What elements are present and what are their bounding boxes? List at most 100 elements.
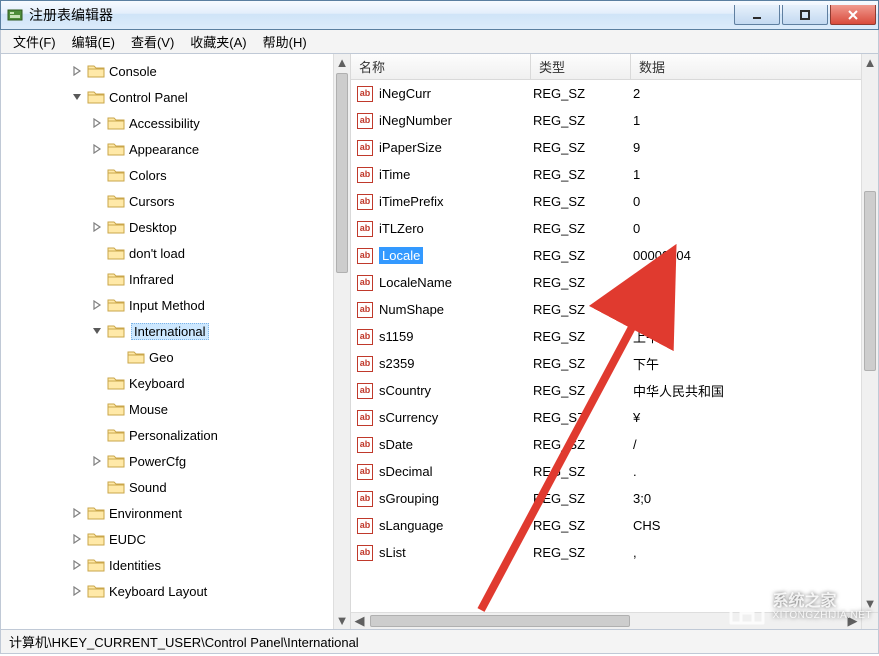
collapse-icon[interactable] xyxy=(91,325,103,337)
value-row[interactable]: absLanguageREG_SZCHS xyxy=(351,512,861,539)
value-row[interactable]: abNumShapeREG_SZ1 xyxy=(351,296,861,323)
scroll-up-icon[interactable]: ▲ xyxy=(862,54,878,71)
scroll-left-icon[interactable]: ◀ xyxy=(351,613,368,629)
value-row[interactable]: absDecimalREG_SZ. xyxy=(351,458,861,485)
expand-icon[interactable] xyxy=(71,585,83,597)
string-value-icon: ab xyxy=(357,86,373,102)
string-value-icon: ab xyxy=(357,518,373,534)
value-data: 1 xyxy=(633,167,861,182)
scroll-up-icon[interactable]: ▲ xyxy=(334,54,350,71)
string-value-icon: ab xyxy=(357,329,373,345)
expand-icon[interactable] xyxy=(71,507,83,519)
tree-item[interactable]: Personalization xyxy=(1,422,333,448)
tree-item[interactable]: Keyboard Layout xyxy=(1,578,333,604)
column-header-type[interactable]: 类型 xyxy=(531,54,631,79)
folder-icon xyxy=(87,531,105,547)
menu-edit[interactable]: 编辑(E) xyxy=(64,30,123,53)
menu-file[interactable]: 文件(F) xyxy=(5,30,64,53)
tree-item-label: don't load xyxy=(129,246,185,261)
value-type: REG_SZ xyxy=(533,491,633,506)
list-vertical-scrollbar[interactable]: ▲ ▼ xyxy=(861,54,878,612)
expand-icon[interactable] xyxy=(91,117,103,129)
expand-icon[interactable] xyxy=(71,559,83,571)
value-row[interactable]: abLocaleNameREG_SZ-CN xyxy=(351,269,861,296)
registry-tree[interactable]: Console Control Panel AccessibilityAppeara… xyxy=(1,54,333,629)
tree-item[interactable]: Appearance xyxy=(1,136,333,162)
tree-item[interactable]: Keyboard xyxy=(1,370,333,396)
string-value-icon: ab xyxy=(357,194,373,210)
close-button[interactable] xyxy=(830,5,876,25)
tree-item[interactable]: Cursors xyxy=(1,188,333,214)
tree-item-label: Control Panel xyxy=(109,90,188,105)
value-name: iNegCurr xyxy=(379,86,533,101)
value-type: REG_SZ xyxy=(533,167,633,182)
column-header-name[interactable]: 名称 xyxy=(351,54,531,79)
value-row[interactable]: absDateREG_SZ/ xyxy=(351,431,861,458)
value-list[interactable]: abiNegCurrREG_SZ2abiNegNumberREG_SZ1abiP… xyxy=(351,80,861,612)
tree-item[interactable]: Geo xyxy=(1,344,333,370)
menu-favorites[interactable]: 收藏夹(A) xyxy=(182,30,254,53)
string-value-icon: ab xyxy=(357,167,373,183)
value-row[interactable]: abs2359REG_SZ下午 xyxy=(351,350,861,377)
maximize-button[interactable] xyxy=(782,5,828,25)
tree-item-label: Input Method xyxy=(129,298,205,313)
expand-icon[interactable] xyxy=(91,221,103,233)
value-row[interactable]: absGroupingREG_SZ3;0 xyxy=(351,485,861,512)
scroll-right-icon[interactable]: ▶ xyxy=(844,613,861,629)
tree-item[interactable]: Input Method xyxy=(1,292,333,318)
tree-item[interactable]: Identities xyxy=(1,552,333,578)
value-name: sCountry xyxy=(379,383,533,398)
tree-item[interactable]: don't load xyxy=(1,240,333,266)
value-name: s2359 xyxy=(379,356,533,371)
tree-item[interactable]: Mouse xyxy=(1,396,333,422)
value-row[interactable]: abiNegNumberREG_SZ1 xyxy=(351,107,861,134)
value-row[interactable]: abiNegCurrREG_SZ2 xyxy=(351,80,861,107)
value-data: / xyxy=(633,437,861,452)
folder-icon xyxy=(107,245,125,261)
menu-help[interactable]: 帮助(H) xyxy=(255,30,315,53)
value-row[interactable]: absCurrencyREG_SZ¥ xyxy=(351,404,861,431)
tree-item[interactable]: Environment xyxy=(1,500,333,526)
tree-item[interactable]: EUDC xyxy=(1,526,333,552)
scroll-down-icon[interactable]: ▼ xyxy=(334,612,350,629)
value-type: REG_SZ xyxy=(533,275,633,290)
main-area: Console Control Panel AccessibilityAppeara… xyxy=(0,54,879,630)
value-row[interactable]: abiTLZeroREG_SZ0 xyxy=(351,215,861,242)
column-header-data[interactable]: 数据 xyxy=(631,54,878,79)
tree-item[interactable]: PowerCfg xyxy=(1,448,333,474)
tree-item-label: EUDC xyxy=(109,532,146,547)
value-data: , xyxy=(633,545,861,560)
value-name: sDate xyxy=(379,437,533,452)
expand-icon[interactable] xyxy=(91,299,103,311)
value-row[interactable]: absCountryREG_SZ中华人民共和国 xyxy=(351,377,861,404)
scroll-down-icon[interactable]: ▼ xyxy=(862,595,878,612)
value-row[interactable]: abiTimeREG_SZ1 xyxy=(351,161,861,188)
tree-item[interactable]: Infrared xyxy=(1,266,333,292)
list-horizontal-scrollbar[interactable]: ◀ ▶ xyxy=(351,612,861,629)
value-data: . xyxy=(633,464,861,479)
tree-item[interactable]: Accessibility xyxy=(1,110,333,136)
tree-item[interactable]: Desktop xyxy=(1,214,333,240)
tree-vertical-scrollbar[interactable]: ▲ ▼ xyxy=(333,54,350,629)
value-row[interactable]: abiPaperSizeREG_SZ9 xyxy=(351,134,861,161)
collapse-icon[interactable] xyxy=(71,91,83,103)
tree-item[interactable]: Control Panel xyxy=(1,84,333,110)
value-row[interactable]: abLocaleREG_SZ00000804 xyxy=(351,242,861,269)
tree-item-label: Mouse xyxy=(129,402,168,417)
value-row[interactable]: abs1159REG_SZ上午 xyxy=(351,323,861,350)
expand-icon[interactable] xyxy=(71,65,83,77)
tree-item[interactable]: Sound xyxy=(1,474,333,500)
minimize-button[interactable] xyxy=(734,5,780,25)
tree-item[interactable]: Colors xyxy=(1,162,333,188)
value-name: sCurrency xyxy=(379,410,533,425)
value-row[interactable]: abiTimePrefixREG_SZ0 xyxy=(351,188,861,215)
folder-icon xyxy=(107,427,125,443)
tree-item[interactable]: Console xyxy=(1,58,333,84)
expand-icon[interactable] xyxy=(71,533,83,545)
value-data: 上午 xyxy=(633,327,861,346)
tree-item[interactable]: International xyxy=(1,318,333,344)
menu-view[interactable]: 查看(V) xyxy=(123,30,182,53)
value-row[interactable]: absListREG_SZ, xyxy=(351,539,861,566)
expand-icon[interactable] xyxy=(91,455,103,467)
expand-icon[interactable] xyxy=(91,143,103,155)
